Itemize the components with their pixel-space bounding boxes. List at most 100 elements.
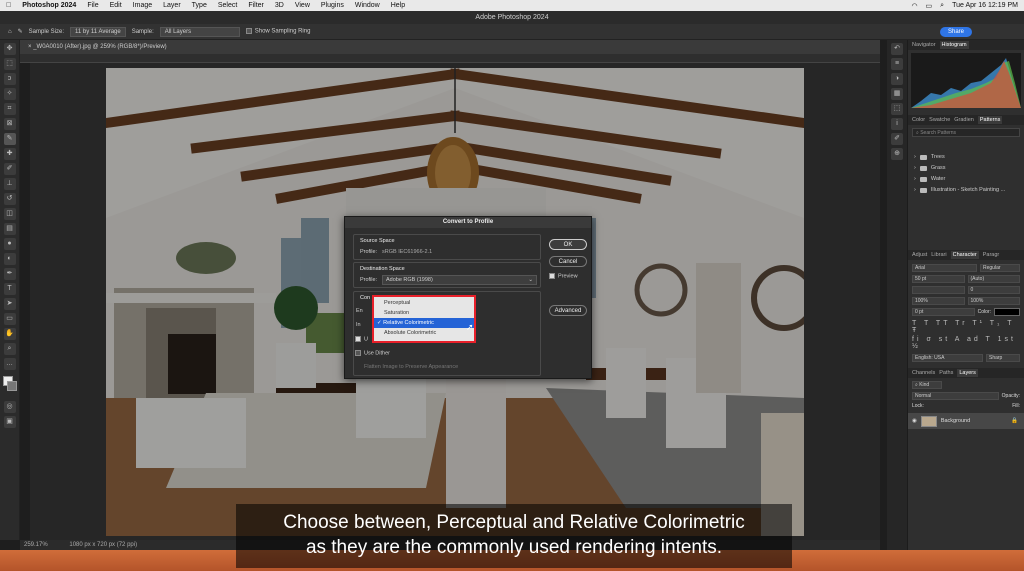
sample-select[interactable]: All Layers xyxy=(159,26,240,37)
menu-select[interactable]: Select xyxy=(218,2,237,9)
tab-character[interactable]: Character xyxy=(950,251,979,259)
history-brush-icon[interactable]: ↺ xyxy=(3,193,16,205)
vertical-scale-field[interactable]: 100% xyxy=(912,297,965,305)
eye-icon[interactable]: ◉ xyxy=(912,418,917,424)
hand-tool-icon[interactable]: ✋ xyxy=(3,328,16,340)
move-tool-icon[interactable]: ✥ xyxy=(3,43,16,55)
menu-app[interactable]: Photoshop 2024 xyxy=(22,2,76,9)
close-tab-icon[interactable]: × xyxy=(28,44,32,50)
zoom-tool-icon[interactable]: ⌕ xyxy=(3,343,16,355)
leading-field[interactable]: (Auto) xyxy=(967,275,1020,283)
menu-file[interactable]: File xyxy=(87,2,98,9)
tab-gradients[interactable]: Gradien xyxy=(954,117,974,123)
home-icon[interactable]: ⌂ xyxy=(8,29,12,35)
blur-tool-icon[interactable]: ● xyxy=(3,238,16,250)
screen-mode-icon[interactable]: ▣ xyxy=(3,416,16,428)
tab-color[interactable]: Color xyxy=(912,117,925,123)
eyedropper-tool-icon[interactable]: ✎ xyxy=(3,133,16,145)
menu-edit[interactable]: Edit xyxy=(110,2,122,9)
layer-row[interactable]: ◉ Background 🔒 xyxy=(908,413,1024,429)
tab-swatches[interactable]: Swatche xyxy=(929,117,950,123)
lasso-tool-icon[interactable]: ↄ xyxy=(3,73,16,85)
tab-channels[interactable]: Channels xyxy=(912,370,935,376)
document-tab[interactable]: × _W0A0010 (After).jpg @ 259% (RGB/8*)/P… xyxy=(20,40,880,54)
pattern-folder[interactable]: › Water xyxy=(908,174,1024,185)
wifi-icon[interactable]: ◠ xyxy=(911,2,917,10)
styles-icon[interactable]: ⬚ xyxy=(891,103,903,115)
destination-profile-select[interactable]: Adobe RGB (1998) ⌄ xyxy=(382,275,537,285)
font-family-select[interactable]: Arial xyxy=(912,264,977,272)
libraries-icon[interactable]: ▦ xyxy=(891,88,903,100)
tab-patterns[interactable]: Patterns xyxy=(977,116,1003,124)
gradient-tool-icon[interactable]: ▤ xyxy=(3,223,16,235)
menu-view[interactable]: View xyxy=(295,2,310,9)
more-tools-icon[interactable]: … xyxy=(3,358,16,370)
pattern-search-input[interactable]: ⌕ Search Patterns xyxy=(912,128,1020,137)
battery-icon[interactable]: ▭ xyxy=(926,2,933,10)
menu-help[interactable]: Help xyxy=(391,2,405,9)
flatten-checkbox[interactable]: Flatten Image to Preserve Appearance xyxy=(364,364,458,370)
history-icon[interactable]: ↶ xyxy=(891,43,903,55)
pattern-folder[interactable]: › Illustration - Sketch Painting ... xyxy=(908,185,1024,196)
tab-layers[interactable]: Layers xyxy=(957,369,978,377)
properties-icon[interactable]: ≡ xyxy=(891,58,903,70)
tracking-field[interactable]: 0 xyxy=(967,286,1020,294)
path-select-icon[interactable]: ➤ xyxy=(3,298,16,310)
intent-option-absolute-colorimetric[interactable]: Absolute Colorimetric xyxy=(374,328,474,338)
opentype-buttons[interactable]: fi σ st A ad T 1st ½ xyxy=(908,334,1024,350)
tab-paragraph[interactable]: Paragr xyxy=(983,252,1000,258)
quick-select-tool-icon[interactable]: ✧ xyxy=(3,88,16,100)
eraser-tool-icon[interactable]: ◫ xyxy=(3,208,16,220)
ok-button[interactable]: OK xyxy=(549,239,587,250)
zoom-level[interactable]: 259.17% xyxy=(24,542,48,548)
tab-libraries[interactable]: Librari xyxy=(931,252,946,258)
horizontal-scale-field[interactable]: 100% xyxy=(967,297,1020,305)
pen-tool-icon[interactable]: ✒ xyxy=(3,268,16,280)
type-tool-icon[interactable]: T xyxy=(3,283,16,295)
stamp-tool-icon[interactable]: ⊥ xyxy=(3,178,16,190)
bpc-checkbox[interactable]: U xyxy=(355,336,368,342)
menu-image[interactable]: Image xyxy=(133,2,152,9)
type-style-buttons[interactable]: T T TT Tr T¹ T₁ T Ŧ xyxy=(908,316,1024,334)
menu-3d[interactable]: 3D xyxy=(275,2,284,9)
marquee-tool-icon[interactable]: ⬚ xyxy=(3,58,16,70)
advanced-button[interactable]: Advanced xyxy=(549,305,587,316)
menu-plugins[interactable]: Plugins xyxy=(321,2,344,9)
info-icon[interactable]: i xyxy=(891,118,903,130)
pattern-folder[interactable]: › Trees xyxy=(908,152,1024,163)
sample-size-select[interactable]: 11 by 11 Average xyxy=(70,26,126,37)
preview-checkbox[interactable]: Preview xyxy=(549,273,578,279)
clock[interactable]: Tue Apr 16 12:19 PM xyxy=(952,2,1018,10)
brush-tool-icon[interactable]: ✐ xyxy=(3,163,16,175)
cancel-button[interactable]: Cancel xyxy=(549,256,587,267)
pattern-folder[interactable]: › Grass xyxy=(908,163,1024,174)
color-swatches[interactable] xyxy=(0,374,19,398)
tab-adjustments[interactable]: Adjust xyxy=(912,252,927,258)
share-button[interactable]: Share xyxy=(939,27,972,37)
text-color-swatch[interactable] xyxy=(994,308,1020,316)
adjustments-icon[interactable]: ◑ xyxy=(891,73,903,85)
baseline-shift-field[interactable]: 0 pt xyxy=(912,308,975,316)
crop-tool-icon[interactable]: ⌗ xyxy=(3,103,16,115)
search-icon[interactable]: ⌕ xyxy=(940,2,944,10)
dither-checkbox[interactable]: Use Dither xyxy=(355,350,390,356)
intent-option-perceptual[interactable]: Perceptual xyxy=(374,298,474,308)
brushes-icon[interactable]: ✐ xyxy=(891,133,903,145)
menu-layer[interactable]: Layer xyxy=(163,2,181,9)
font-style-select[interactable]: Regular xyxy=(980,264,1020,272)
apple-menu-icon[interactable]:  xyxy=(6,2,11,9)
language-select[interactable]: English: USA xyxy=(912,354,983,362)
frame-tool-icon[interactable]: ⊠ xyxy=(3,118,16,130)
blend-mode-select[interactable]: Normal xyxy=(912,392,999,400)
antialias-select[interactable]: Sharp xyxy=(986,354,1020,362)
menu-filter[interactable]: Filter xyxy=(248,2,264,9)
menu-type[interactable]: Type xyxy=(192,2,207,9)
tab-paths[interactable]: Paths xyxy=(939,370,953,376)
tab-navigator[interactable]: Navigator xyxy=(912,42,936,48)
menu-window[interactable]: Window xyxy=(355,2,380,9)
sampling-ring-checkbox[interactable]: Show Sampling Ring xyxy=(245,28,310,35)
shape-tool-icon[interactable]: ▭ xyxy=(3,313,16,325)
layer-filter-kind[interactable]: ⌕ Kind xyxy=(912,381,942,389)
eyedropper-icon[interactable]: ✎ xyxy=(18,28,23,35)
clone-source-icon[interactable]: ⊕ xyxy=(891,148,903,160)
